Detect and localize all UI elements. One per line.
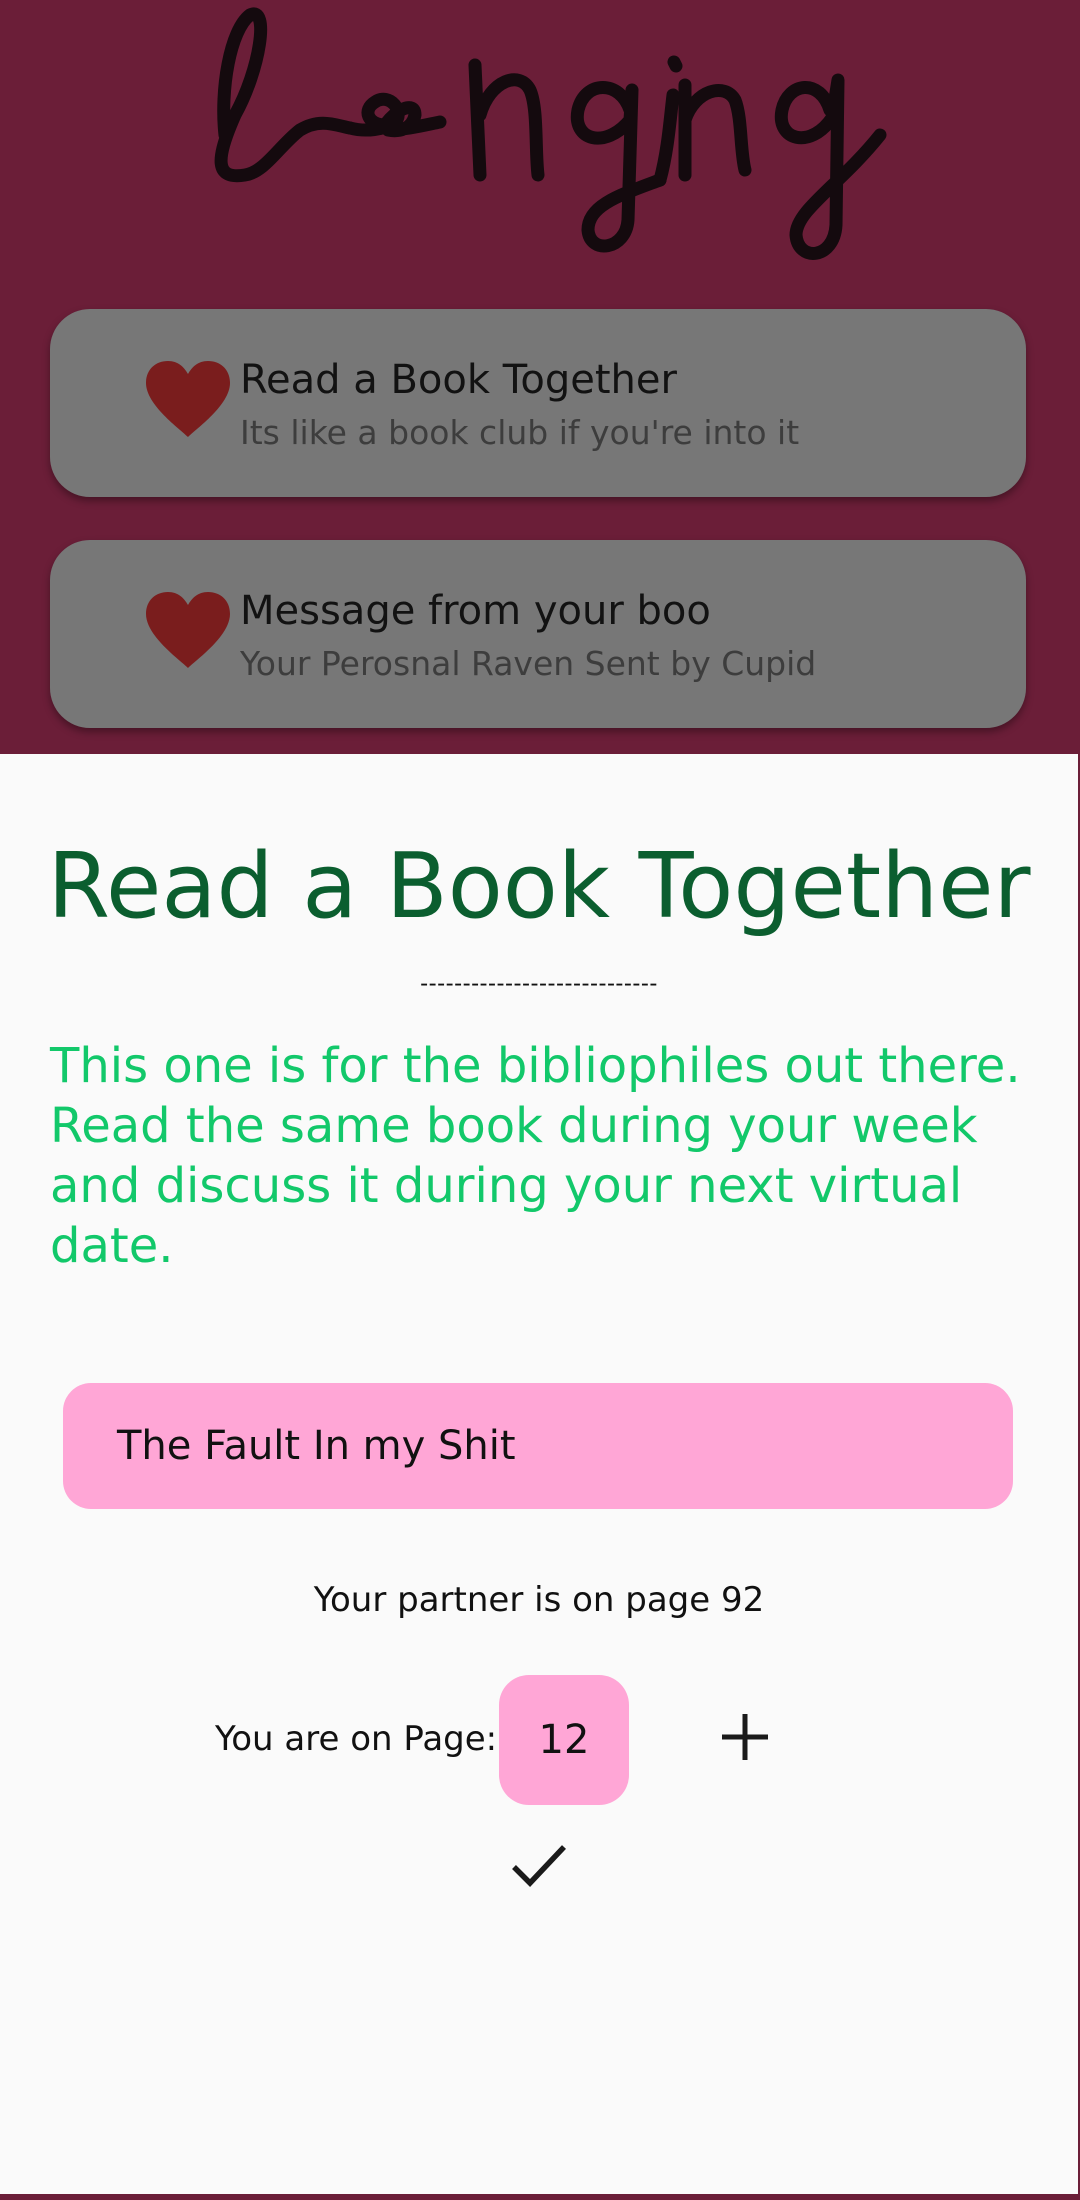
card-subtitle: Its like a book club if you're into it [240, 413, 800, 452]
page-label: You are on Page: [215, 1719, 498, 1759]
check-icon[interactable] [508, 1839, 570, 1893]
heart-icon [146, 592, 230, 668]
current-page-value: 12 [538, 1717, 590, 1763]
partner-page-status: Your partner is on page 92 [313, 1580, 765, 1620]
card-title: Read a Book Together [240, 357, 677, 403]
card-subtitle: Your Perosnal Raven Sent by Cupid [240, 644, 817, 683]
sheet-title: Read a Book Together [47, 834, 1031, 939]
app-screen: Read a Book Together Its like a book clu… [0, 0, 1080, 2200]
title-divider: ---------------------------- [420, 970, 658, 997]
bottom-sheet: Read a Book Together -------------------… [0, 754, 1078, 2194]
current-page-input[interactable]: 12 [499, 1675, 629, 1805]
heart-icon [146, 361, 230, 437]
book-title-value: The Fault In my Shit [117, 1423, 516, 1469]
activity-description: This one is for the bibliophiles out the… [50, 1038, 1021, 1274]
plus-icon[interactable] [712, 1704, 778, 1770]
card-title: Message from your boo [240, 588, 711, 634]
activity-card-message[interactable]: Message from your boo Your Perosnal Rave… [50, 540, 1026, 728]
activity-card-read-book[interactable]: Read a Book Together Its like a book clu… [50, 309, 1026, 497]
longing-logo [214, 7, 887, 260]
book-title-field[interactable]: The Fault In my Shit [63, 1383, 1013, 1509]
